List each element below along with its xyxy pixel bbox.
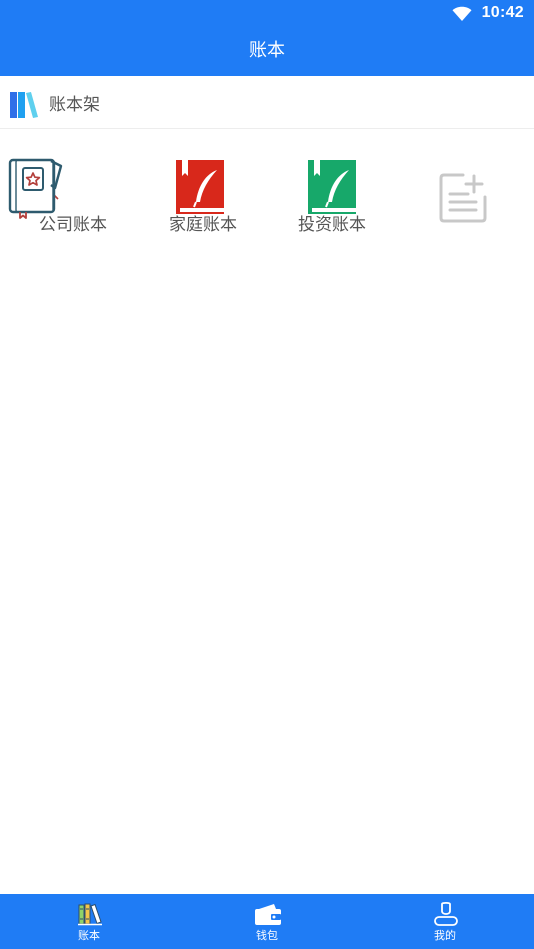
books-icon [78, 903, 102, 926]
ledger-label: 公司账本 [39, 215, 107, 235]
feather-book-icon [176, 160, 224, 214]
bookshelf-header: 账本架 [0, 76, 534, 129]
nav-tab-label: 我的 [434, 929, 456, 942]
company-ledger-icon [8, 158, 63, 219]
add-note-icon[interactable] [436, 170, 490, 226]
feather-book-icon [308, 160, 356, 214]
status-bar: 10:42 [0, 0, 534, 28]
bookshelf-icon [10, 92, 38, 118]
nav-tab-profile[interactable]: 我的 [356, 894, 534, 949]
bookshelf-title: 账本架 [49, 95, 100, 115]
nav-tab-ledgers[interactable]: 账本 [0, 894, 178, 949]
nav-tab-label: 钱包 [256, 929, 278, 942]
status-time: 10:42 [481, 4, 524, 21]
nav-tab-label: 账本 [78, 929, 100, 942]
wallet-icon [255, 904, 281, 925]
wifi-icon [452, 6, 472, 21]
ledger-item-family[interactable]: 家庭账本 [130, 150, 260, 246]
ledger-item-company[interactable]: 公司账本 [0, 150, 130, 246]
nav-tab-wallet[interactable]: 钱包 [178, 894, 356, 949]
page-title: 账本 [249, 40, 285, 61]
app-header: 10:42 账本 [0, 0, 534, 76]
bottom-navigation: 账本 钱包 我的 [0, 894, 534, 949]
ledger-label: 投资账本 [298, 215, 366, 235]
ledger-item-investment[interactable]: 投资账本 [259, 150, 389, 246]
ledger-label: 家庭账本 [169, 215, 237, 235]
user-icon [434, 901, 458, 926]
